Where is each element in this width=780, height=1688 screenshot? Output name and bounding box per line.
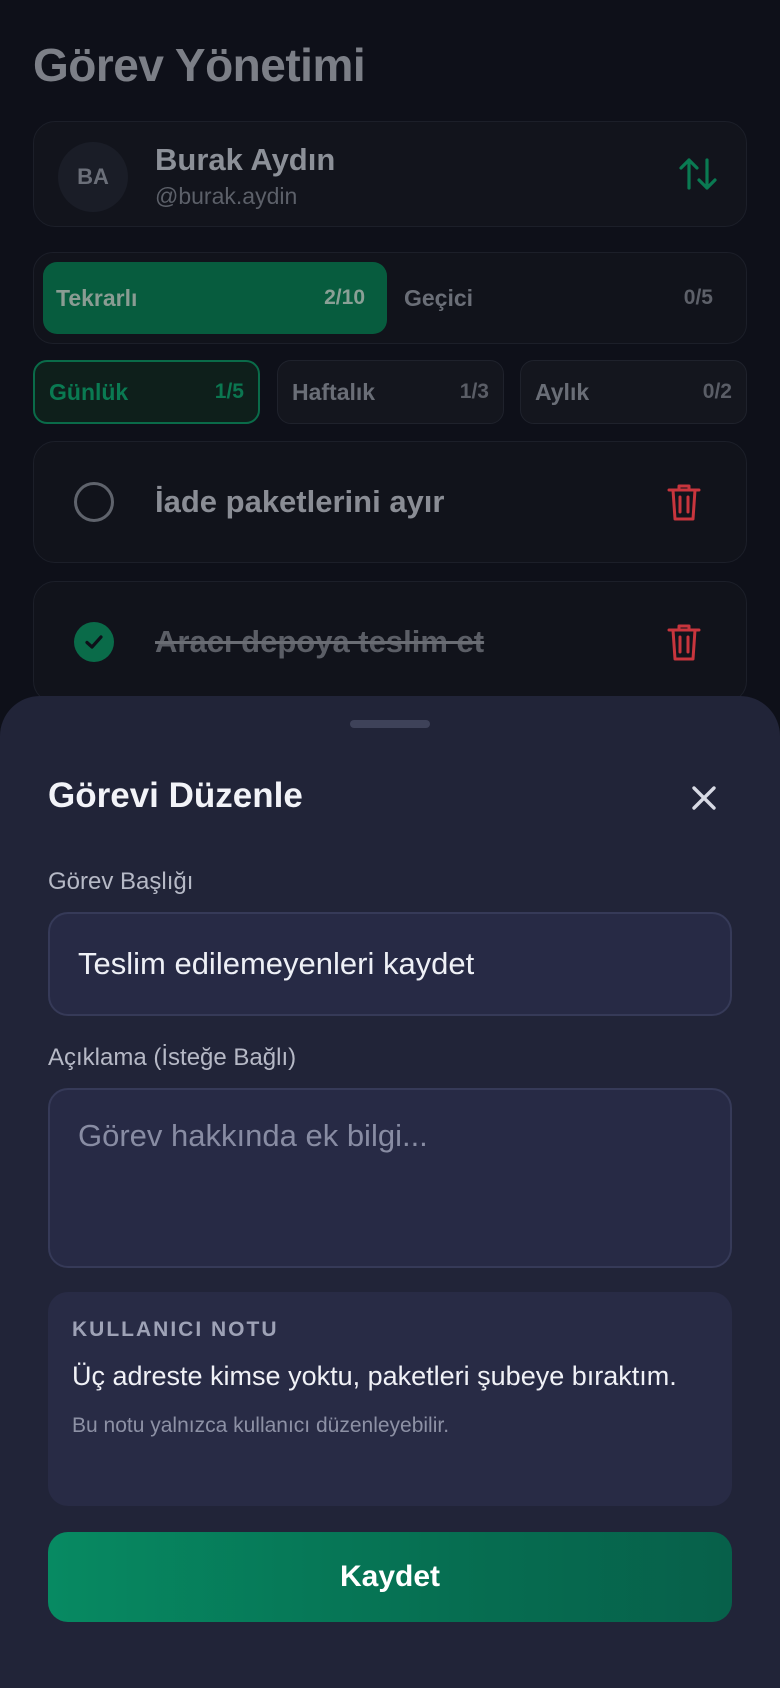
task-item[interactable]: Aracı depoya teslim et	[33, 581, 747, 703]
task-checkbox[interactable]	[74, 482, 114, 522]
note-text: Üç adreste kimse yoktu, paketleri şubeye…	[72, 1361, 677, 1391]
trash-icon[interactable]	[666, 622, 702, 662]
tab-count: 1/5	[214, 380, 244, 403]
tab-recurring[interactable]: Tekrarlı 2/10	[43, 262, 387, 334]
profile-handle: @burak.aydin	[155, 183, 298, 209]
note-heading: KULLANICI NOTU	[72, 1318, 279, 1341]
title-input[interactable]	[48, 912, 732, 1016]
check-icon	[85, 635, 103, 649]
description-field-label: Açıklama (İsteğe Bağlı)	[48, 1044, 297, 1071]
page-title: Görev Yönetimi	[33, 39, 366, 91]
tab-count: 0/5	[683, 286, 713, 309]
tab-weekly[interactable]: Haftalık 1/3	[277, 360, 504, 424]
avatar: BA	[58, 142, 128, 212]
swap-vertical-icon[interactable]	[676, 152, 720, 196]
trash-icon[interactable]	[666, 482, 702, 522]
tab-label: Haftalık	[292, 378, 376, 405]
task-title: İade paketlerini ayır	[155, 484, 445, 519]
tab-count: 0/2	[702, 380, 732, 403]
task-type-tabs: Tekrarlı 2/10 Geçici 0/5	[33, 252, 747, 344]
save-button[interactable]: Kaydet	[48, 1532, 732, 1622]
tab-temporary[interactable]: Geçici 0/5	[391, 262, 735, 334]
task-checkbox[interactable]	[74, 622, 114, 662]
sheet-drag-handle[interactable]	[350, 720, 430, 728]
close-icon	[692, 786, 716, 810]
tab-daily[interactable]: Günlük 1/5	[33, 360, 260, 424]
title-field-label: Görev Başlığı	[48, 868, 194, 895]
tab-monthly[interactable]: Aylık 0/2	[520, 360, 747, 424]
close-button[interactable]	[684, 778, 724, 818]
tab-count: 2/10	[324, 286, 365, 309]
tab-label: Günlük	[49, 378, 129, 405]
tab-label: Geçici	[404, 284, 474, 311]
tab-label: Aylık	[535, 378, 590, 405]
tab-label: Tekrarlı	[56, 284, 138, 311]
tab-count: 1/3	[459, 380, 489, 403]
task-item[interactable]: İade paketlerini ayır	[33, 441, 747, 563]
description-input[interactable]	[48, 1088, 732, 1268]
edit-task-sheet: Görevi Düzenle Görev Başlığı Açıklama (İ…	[0, 696, 780, 1688]
task-title: Aracı depoya teslim et	[155, 624, 485, 659]
profile-name: Burak Aydın	[155, 142, 336, 177]
profile-card: BA Burak Aydın @burak.aydin	[33, 121, 747, 227]
note-hint: Bu notu yalnızca kullanıcı düzenleyebili…	[72, 1414, 450, 1437]
sheet-title: Görevi Düzenle	[48, 776, 303, 815]
user-note-card: KULLANICI NOTU Üç adreste kimse yoktu, p…	[48, 1292, 732, 1506]
